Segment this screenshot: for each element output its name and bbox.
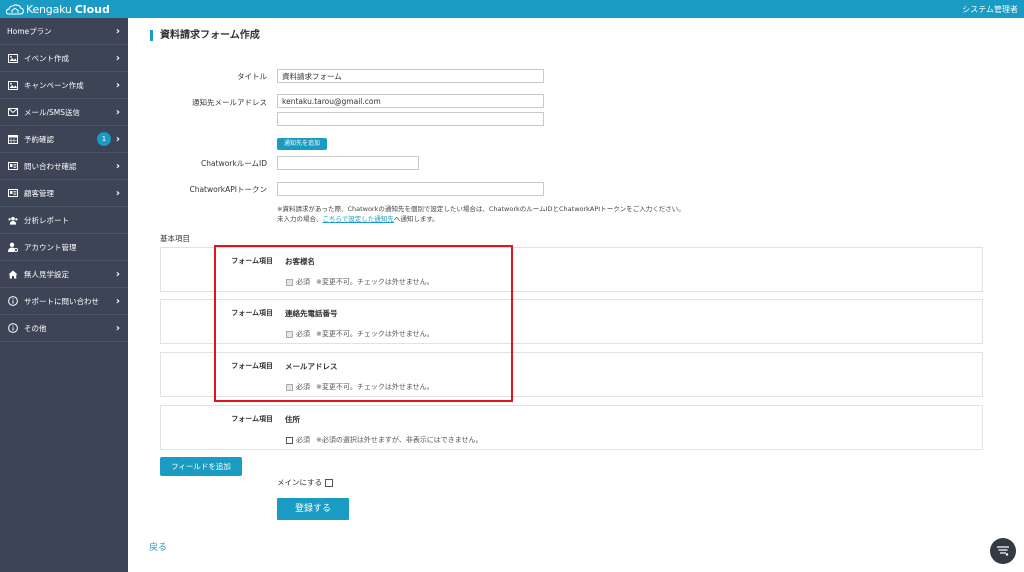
add-field-button[interactable]: フィールドを追加 [160, 457, 242, 476]
home-icon [8, 269, 18, 279]
field-item-label: フォーム項目 [231, 415, 273, 423]
chevron-right-icon: › [115, 295, 120, 307]
envelope-icon [8, 107, 18, 117]
chatwork-token-input[interactable] [277, 182, 544, 196]
sidebar-item-campaign-create[interactable]: キャンペーン作成 › [0, 72, 128, 99]
chevron-right-icon: › [115, 160, 120, 172]
info-circle-icon [8, 296, 18, 306]
chevron-right-icon: › [115, 79, 120, 91]
floating-menu-button[interactable] [990, 538, 1016, 564]
logo[interactable]: Kengaku Cloud [6, 2, 110, 16]
submit-button[interactable]: 登録する [277, 498, 349, 520]
sidebar-item-label: 予約確認 [24, 134, 54, 144]
chevron-right-icon: › [115, 268, 120, 280]
sidebar-item-label: イベント作成 [24, 53, 69, 63]
main-checkbox[interactable] [325, 478, 334, 487]
sidebar-item-support[interactable]: サポートに問い合わせ › [0, 288, 128, 315]
chevron-right-icon: › [115, 106, 120, 118]
brand-name-primary: Kengaku [26, 2, 72, 16]
basic-section-label: 基本項目 [160, 234, 190, 243]
image-icon [8, 80, 18, 90]
chatwork-note-line2: 未入力の場合、こちらで設定した通知先へ通知します。 [277, 213, 439, 223]
sidebar-item-label: 分析レポート [24, 215, 69, 225]
chevron-right-icon: › [115, 187, 120, 199]
sidebar-item-label: その他 [24, 323, 47, 333]
id-card-icon [8, 188, 18, 198]
sidebar: Homeプラン › イベント作成 › キャンペーン作成 › メール/SMS送信 … [0, 18, 128, 572]
notify-email-input[interactable]: kentaku.tarou@gmail.com [277, 94, 544, 108]
highlight-box [214, 245, 513, 402]
sidebar-item-label: 問い合わせ確認 [24, 161, 77, 171]
title-label: タイトル [237, 72, 267, 81]
notify-email-label: 通知先メールアドレス [192, 98, 267, 107]
form-field-card: フォーム項目 住所 必須 ※必須の選択は外せますが、非表示にはできません。 [160, 405, 983, 450]
notification-badge: 1 [97, 132, 111, 146]
user-menu[interactable]: システム管理者 [962, 4, 1018, 15]
note-text: 未入力の場合、 [277, 215, 323, 223]
field-name: 住所 [285, 415, 300, 424]
sidebar-item-event-create[interactable]: イベント作成 › [0, 45, 128, 72]
sidebar-item-label: サポートに問い合わせ [24, 296, 99, 306]
chevron-right-icon: › [115, 25, 120, 37]
info-circle-icon [8, 323, 18, 333]
brand-name-secondary: Cloud [74, 2, 110, 16]
chevron-right-icon: › [115, 322, 120, 334]
sidebar-item-label: 顧客管理 [24, 188, 54, 198]
chatwork-note-line1: ※資料請求があった際、Chatworkの通知先を個別で設定したい場合は、Chat… [277, 205, 685, 213]
add-notify-button[interactable]: 通知先を追加 [277, 138, 327, 150]
notify-email-input-2[interactable] [277, 112, 544, 126]
note-text: へ通知します。 [393, 215, 439, 223]
sidebar-item-home-plan[interactable]: Homeプラン › [0, 18, 128, 45]
chevron-right-icon: › [115, 52, 120, 64]
sidebar-item-analytics[interactable]: 分析レポート [0, 207, 128, 234]
calendar-icon [8, 134, 18, 144]
id-card-icon [8, 161, 18, 171]
sidebar-item-label: Homeプラン [7, 26, 52, 36]
sidebar-item-account[interactable]: アカウント管理 [0, 234, 128, 261]
chatwork-token-label: ChatworkAPIトークン [189, 185, 267, 194]
sidebar-item-label: アカウント管理 [24, 242, 77, 252]
top-bar: Kengaku Cloud システム管理者 [0, 0, 1024, 18]
required-label: 必須 [296, 436, 310, 444]
sidebar-item-reservation[interactable]: 予約確認 1 › [0, 126, 128, 153]
sidebar-item-mail-sms[interactable]: メール/SMS送信 › [0, 99, 128, 126]
sidebar-item-label: 無人見学設定 [24, 269, 69, 279]
cloud-house-icon [6, 4, 24, 15]
main-checkbox-label: メインにする [277, 478, 323, 487]
title-input[interactable]: 資料請求フォーム [277, 69, 544, 83]
image-icon [8, 53, 18, 63]
sidebar-item-customers[interactable]: 顧客管理 › [0, 180, 128, 207]
notify-settings-link[interactable]: こちらで設定した通知先 [323, 215, 394, 223]
sidebar-item-label: キャンペーン作成 [24, 80, 84, 90]
sidebar-item-inquiry[interactable]: 問い合わせ確認 › [0, 153, 128, 180]
chatwork-room-label: ChatworkルームID [201, 159, 267, 168]
filter-lines-icon [997, 546, 1009, 556]
chevron-right-icon: › [115, 133, 120, 145]
sidebar-item-unmanned-tour[interactable]: 無人見学設定 › [0, 261, 128, 288]
required-row: 必須 ※必須の選択は外せますが、非表示にはできません。 [286, 435, 483, 445]
sidebar-item-other[interactable]: その他 › [0, 315, 128, 342]
required-note: ※必須の選択は外せますが、非表示にはできません。 [316, 436, 483, 444]
chatwork-room-input[interactable] [277, 156, 419, 170]
users-icon [8, 215, 18, 225]
user-gear-icon [8, 242, 18, 252]
required-checkbox[interactable] [286, 436, 293, 444]
sidebar-item-label: メール/SMS送信 [24, 107, 81, 117]
main-checkbox-row: メインにする [277, 477, 334, 488]
back-link[interactable]: 戻る [149, 540, 167, 553]
page-title: 資料請求フォーム作成 [150, 30, 260, 41]
